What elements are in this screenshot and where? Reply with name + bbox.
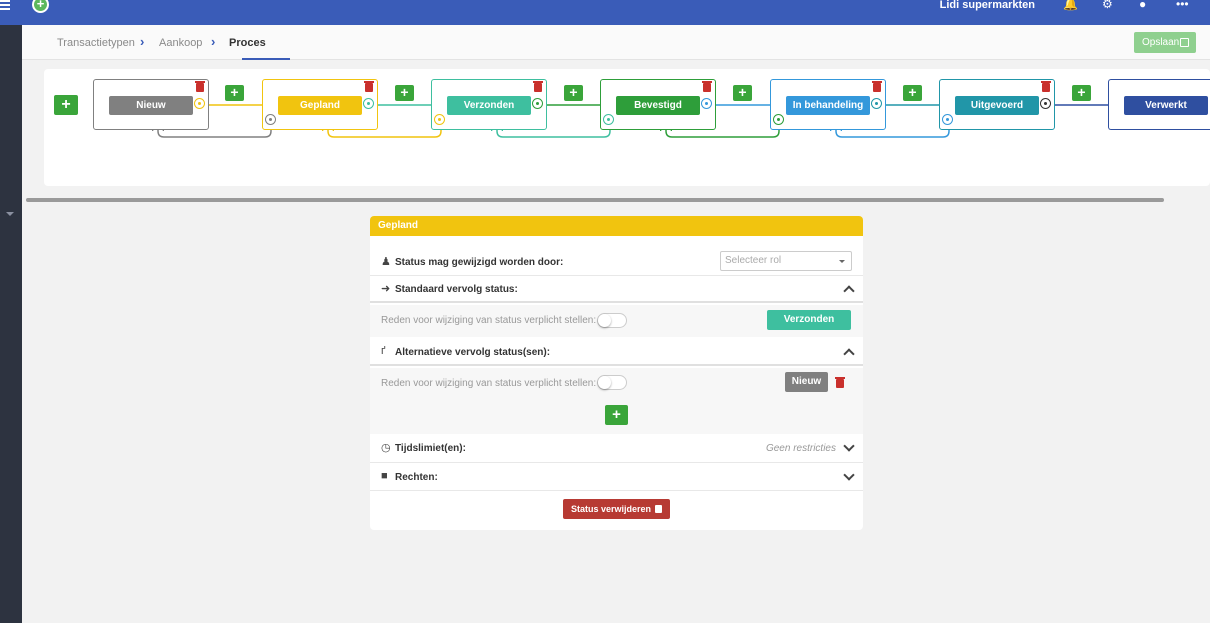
- status-node-verwerkt[interactable]: Verwerkt: [1108, 79, 1210, 130]
- left-sidebar: [0, 25, 22, 623]
- status-node-gepland[interactable]: Gepland: [262, 79, 378, 130]
- status-pill[interactable]: Verwerkt: [1124, 96, 1208, 115]
- reason-required-toggle[interactable]: [597, 313, 627, 328]
- default-next-status-pill[interactable]: Verzonden: [767, 310, 851, 330]
- trash-icon[interactable]: [702, 81, 712, 92]
- save-button-label: Opslaan: [1142, 37, 1180, 48]
- role-label: Status mag gewijzigd worden door:: [395, 257, 564, 268]
- trash-icon[interactable]: [195, 81, 205, 92]
- status-pill[interactable]: Gepland: [278, 96, 362, 115]
- in-port-icon[interactable]: [773, 114, 784, 125]
- gear-icon[interactable]: ⚙: [1102, 0, 1113, 10]
- resize-divider[interactable]: [26, 198, 1164, 202]
- add-status-button-4[interactable]: +: [733, 85, 752, 101]
- alt-next-status-pill[interactable]: Nieuw: [785, 372, 828, 392]
- trash-icon[interactable]: [533, 81, 543, 92]
- out-port-icon[interactable]: [871, 98, 882, 109]
- user-icon: ♟: [381, 256, 391, 268]
- chevron-up-icon[interactable]: [843, 348, 855, 360]
- trash-icon: [655, 505, 662, 513]
- breadcrumb: Transactietypen › Aankoop › Proces Opsla…: [22, 25, 1210, 60]
- save-button[interactable]: Opslaan: [1134, 32, 1196, 53]
- status-pill[interactable]: Uitgevoerd: [955, 96, 1039, 115]
- breadcrumb-item-transactietypen[interactable]: Transactietypen: [57, 37, 135, 49]
- active-tab-underline: [242, 58, 290, 60]
- status-node-uitgevoerd[interactable]: Uitgevoerd: [939, 79, 1055, 130]
- sidebar-caret-icon[interactable]: [6, 212, 14, 216]
- status-node-verzonden[interactable]: Verzonden: [431, 79, 547, 130]
- rights-row[interactable]: ■ Rechten:: [370, 463, 863, 491]
- bell-icon[interactable]: 🔔: [1063, 0, 1078, 10]
- detail-title: Gepland: [370, 216, 863, 236]
- breadcrumb-item-proces[interactable]: Proces: [229, 37, 266, 49]
- status-detail-panel: Gepland ♟ Status mag gewijzigd worden do…: [370, 216, 863, 530]
- trash-icon[interactable]: [1041, 81, 1051, 92]
- branch-icon: ґ: [381, 345, 386, 357]
- in-port-icon[interactable]: [434, 114, 445, 125]
- out-port-icon[interactable]: [532, 98, 543, 109]
- status-node-in-behandeling[interactable]: In behandeling: [770, 79, 886, 130]
- status-pill[interactable]: In behandeling: [786, 96, 870, 115]
- chevron-down-icon[interactable]: [843, 469, 855, 481]
- role-row: ♟ Status mag gewijzigd worden door: Sele…: [370, 248, 863, 276]
- add-status-button-1[interactable]: +: [225, 85, 244, 101]
- add-alt-status-button[interactable]: +: [605, 405, 628, 425]
- add-status-button-5[interactable]: +: [903, 85, 922, 101]
- out-port-icon[interactable]: [1040, 98, 1051, 109]
- trash-icon[interactable]: [364, 81, 374, 92]
- status-pill[interactable]: Bevestigd: [616, 96, 700, 115]
- trash-icon[interactable]: [872, 81, 882, 92]
- save-disk-icon: [1180, 38, 1189, 47]
- lock-icon: ■: [381, 470, 388, 482]
- process-flow-panel: + Nieuw + Gepland + Verzonden + Bevestig…: [44, 69, 1210, 186]
- out-port-icon[interactable]: [194, 98, 205, 109]
- reason-required-label: Reden voor wijziging van status verplich…: [381, 315, 597, 326]
- add-status-button-start[interactable]: +: [54, 95, 78, 115]
- in-port-icon[interactable]: [265, 114, 276, 125]
- rights-label: Rechten:: [395, 472, 438, 483]
- in-port-icon[interactable]: [603, 114, 614, 125]
- add-status-button-6[interactable]: +: [1072, 85, 1091, 101]
- status-pill[interactable]: Nieuw: [109, 96, 193, 115]
- clock-icon: ◷: [381, 442, 391, 454]
- hamburger-menu-icon[interactable]: [0, 0, 12, 12]
- add-new-icon[interactable]: +: [32, 0, 49, 13]
- delete-status-label: Status verwijderen: [571, 504, 652, 514]
- status-pill[interactable]: Verzonden: [447, 96, 531, 115]
- top-bar: + Lidi supermarkten 🔔 ⚙ ● •••: [0, 0, 1210, 25]
- status-node-bevestigd[interactable]: Bevestigd: [600, 79, 716, 130]
- alt-next-header[interactable]: ґ Alternatieve vervolg status(sen):: [370, 337, 863, 366]
- out-port-icon[interactable]: [701, 98, 712, 109]
- default-next-body: Reden voor wijziging van status verplich…: [370, 305, 863, 337]
- reason-required-toggle[interactable]: [597, 375, 627, 390]
- breadcrumb-item-aankoop[interactable]: Aankoop: [159, 37, 202, 49]
- delete-status-button[interactable]: Status verwijderen: [563, 499, 670, 519]
- time-limit-label: Tijdslimiet(en):: [395, 443, 466, 454]
- role-select[interactable]: Selecteer rol: [720, 251, 852, 271]
- chevron-up-icon[interactable]: [843, 285, 855, 297]
- time-limit-value: Geen restricties: [765, 443, 836, 454]
- chevron-right-icon: ›: [211, 34, 216, 49]
- more-icon[interactable]: •••: [1176, 0, 1189, 10]
- reason-required-label: Reden voor wijziging van status verplich…: [381, 378, 597, 389]
- add-status-button-3[interactable]: +: [564, 85, 583, 101]
- company-name[interactable]: Lidi supermarkten: [940, 0, 1035, 12]
- out-port-icon[interactable]: [363, 98, 374, 109]
- status-node-nieuw[interactable]: Nieuw: [93, 79, 209, 130]
- chevron-right-icon: ›: [140, 34, 145, 49]
- chevron-down-icon[interactable]: [843, 440, 855, 452]
- default-next-header[interactable]: ➜ Standaard vervolg status:: [370, 276, 863, 303]
- default-next-label: Standaard vervolg status:: [395, 284, 518, 295]
- user-icon[interactable]: ●: [1139, 0, 1146, 10]
- alt-next-label: Alternatieve vervolg status(sen):: [395, 347, 551, 358]
- arrow-right-icon: ➜: [381, 283, 391, 295]
- add-status-button-2[interactable]: +: [395, 85, 414, 101]
- in-port-icon[interactable]: [942, 114, 953, 125]
- trash-icon[interactable]: [835, 377, 845, 388]
- time-limit-row[interactable]: ◷ Tijdslimiet(en): Geen restricties: [370, 434, 863, 463]
